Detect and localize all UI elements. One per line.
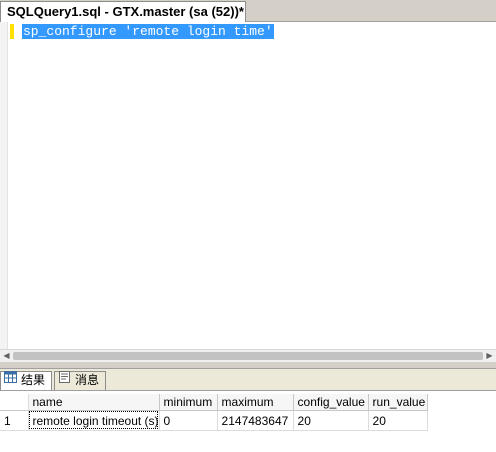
code-line-1-selected[interactable]: sp_configure 'remote login time' [22,24,274,39]
scrollbar-thumb[interactable] [13,352,483,360]
unsaved-change-marker [10,24,14,39]
tab-messages[interactable]: 消息 [54,371,106,390]
query-editor[interactable]: sp_configure 'remote login time' [0,22,496,349]
column-header-run-value[interactable]: run_value [368,394,428,411]
column-header-minimum[interactable]: minimum [159,394,218,411]
query-document-tab[interactable]: SQLQuery1.sql - GTX.master (sa (52))* [0,1,246,22]
query-document-tab-label: SQLQuery1.sql - GTX.master (sa (52))* [7,4,244,19]
grid-icon [4,371,17,388]
column-header-config-value[interactable]: config_value [293,394,369,411]
results-grid: name minimum maximum config_value run_va… [0,394,428,431]
cell-run-value[interactable]: 20 [368,410,428,431]
cell-maximum[interactable]: 2147483647 [217,410,294,431]
grid-header-row: name minimum maximum config_value run_va… [0,394,428,411]
row-number-header [0,394,29,411]
document-tab-strip: SQLQuery1.sql - GTX.master (sa (52))* [0,0,496,22]
column-header-maximum[interactable]: maximum [217,394,294,411]
results-grid-area: name minimum maximum config_value run_va… [0,391,496,452]
tab-results[interactable]: 结果 [0,371,52,390]
tab-messages-label: 消息 [75,373,100,387]
message-icon [58,371,71,388]
editor-horizontal-scrollbar[interactable]: ◀ ▶ [0,349,496,362]
editor-gutter [0,22,8,349]
cell-name[interactable]: remote login timeout (s) [28,410,160,431]
scroll-right-arrow-icon[interactable]: ▶ [483,350,496,362]
tab-results-label: 结果 [21,373,46,387]
row-number[interactable]: 1 [0,410,29,431]
table-row[interactable]: 1 remote login timeout (s) 0 2147483647 … [0,410,428,431]
cell-minimum[interactable]: 0 [159,410,218,431]
scroll-left-arrow-icon[interactable]: ◀ [0,350,13,362]
cell-config-value[interactable]: 20 [293,410,369,431]
results-tab-strip: 结果 消息 [0,369,496,391]
editor-results-splitter[interactable] [0,362,496,369]
column-header-name[interactable]: name [28,394,160,411]
